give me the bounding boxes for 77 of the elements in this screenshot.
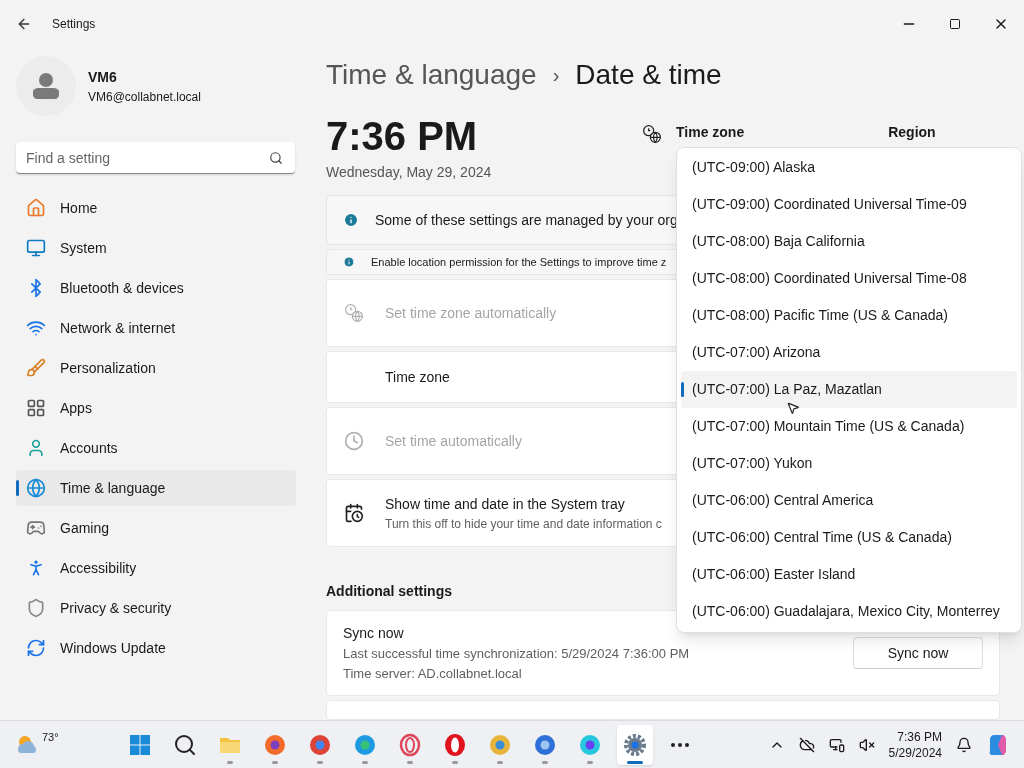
gaming-icon — [26, 518, 46, 538]
maximize-icon[interactable] — [949, 18, 961, 30]
privacy-icon — [26, 598, 46, 618]
sidebar-item[interactable]: System — [16, 230, 296, 266]
sidebar-item[interactable]: Bluetooth & devices — [16, 270, 296, 306]
time-icon — [26, 478, 46, 498]
info-icon — [343, 256, 355, 268]
row-label: Show time and date in the System tray — [385, 494, 626, 514]
sidebar-item[interactable]: Home — [16, 190, 296, 226]
apps-icon — [26, 398, 46, 418]
clock-icon — [344, 431, 364, 451]
sidebar-item[interactable]: Gaming — [16, 510, 296, 546]
window-title: Settings — [52, 16, 96, 33]
dropdown-option[interactable]: (UTC-09:00) Alaska — [681, 149, 1017, 186]
current-time: 7:36 PM — [326, 114, 479, 158]
ring-icon[interactable] — [398, 732, 422, 757]
sidebar-item[interactable]: Privacy & security — [16, 590, 296, 626]
search-field[interactable]: Find a setting — [16, 142, 295, 174]
time-server: Time server: AD.collabnet.local — [343, 664, 523, 683]
brush-icon — [26, 358, 46, 378]
dropdown-option[interactable]: (UTC-06:00) Easter Island — [681, 556, 1017, 593]
row-label: Time zone — [385, 367, 450, 387]
network-icon — [26, 318, 46, 338]
home-icon — [26, 198, 46, 218]
browser-icon[interactable] — [578, 732, 602, 757]
breadcrumb-separator: › — [552, 63, 560, 88]
page-title: Date & time — [575, 58, 722, 92]
sidebar-item[interactable]: Personalization — [16, 350, 296, 386]
browser-icon[interactable] — [263, 732, 287, 757]
mute-icon[interactable] — [858, 736, 875, 753]
timezone-label: Time zone — [676, 123, 745, 142]
region-label: Region — [888, 123, 936, 142]
calendar-clock-icon — [344, 503, 364, 523]
row-description: Turn this off to hide your time and date information c — [385, 515, 662, 533]
sidebar-item[interactable]: Network & internet — [16, 310, 296, 346]
sidebar-item[interactable]: Apps — [16, 390, 296, 426]
dropdown-option[interactable]: (UTC-07:00) La Paz, Mazatlan — [681, 371, 1017, 408]
search-icon[interactable] — [269, 151, 283, 165]
sidebar-item[interactable]: Windows Update — [16, 630, 296, 666]
temperature: 73° — [42, 730, 59, 746]
sync-now-button[interactable]: Sync now — [853, 637, 983, 669]
browser-icon[interactable] — [488, 732, 512, 757]
sidebar-item[interactable]: Accounts — [16, 430, 296, 466]
gear-icon[interactable] — [623, 732, 647, 757]
dropdown-option[interactable]: (UTC-06:00) Guadalajara, Mexico City, Monterrey — [681, 593, 1017, 630]
taskbar-date[interactable]: 5/29/2024 — [888, 744, 942, 761]
sync-title: Sync now — [343, 624, 405, 643]
info-icon — [343, 212, 359, 228]
dropdown-option[interactable]: (UTC-08:00) Baja California — [681, 223, 1017, 260]
sidebar-item[interactable]: Time & language — [16, 470, 296, 506]
breadcrumb-parent[interactable]: Time & language — [326, 54, 537, 96]
info-text: Enable location permission for the Settings to improve time z — [371, 254, 667, 270]
network-icon[interactable] — [828, 736, 845, 753]
bell-icon[interactable] — [956, 736, 972, 753]
section-heading: Additional settings — [326, 582, 453, 601]
clock-globe-icon — [642, 124, 662, 144]
dropdown-option[interactable]: (UTC-09:00) Coordinated Universal Time-09 — [681, 186, 1017, 223]
cloud-off-icon[interactable] — [798, 736, 815, 753]
row-label: Set time zone automatically — [385, 303, 557, 323]
update-icon — [26, 638, 46, 658]
selection-indicator — [16, 480, 19, 496]
sidebar-item[interactable]: Accessibility — [16, 550, 296, 586]
back-icon[interactable] — [16, 16, 32, 32]
accounts-icon — [26, 438, 46, 458]
row-label: Set time automatically — [385, 431, 522, 451]
ring-icon[interactable] — [443, 732, 467, 757]
current-date: Wednesday, May 29, 2024 — [326, 163, 492, 182]
selection-indicator — [681, 382, 684, 397]
user-email: VM6@collabnet.local — [88, 88, 201, 106]
clock-globe-icon — [344, 303, 364, 323]
user-name: VM6 — [88, 67, 118, 87]
windows-logo-icon[interactable] — [128, 732, 152, 757]
sync-status: Last successful time synchronization: 5/29/2024 7:36:00 PM — [343, 645, 690, 663]
browser-icon[interactable] — [533, 732, 557, 757]
system-icon — [26, 238, 46, 258]
taskbar-time[interactable]: 7:36 PM — [897, 728, 942, 745]
search-icon[interactable] — [173, 732, 197, 757]
